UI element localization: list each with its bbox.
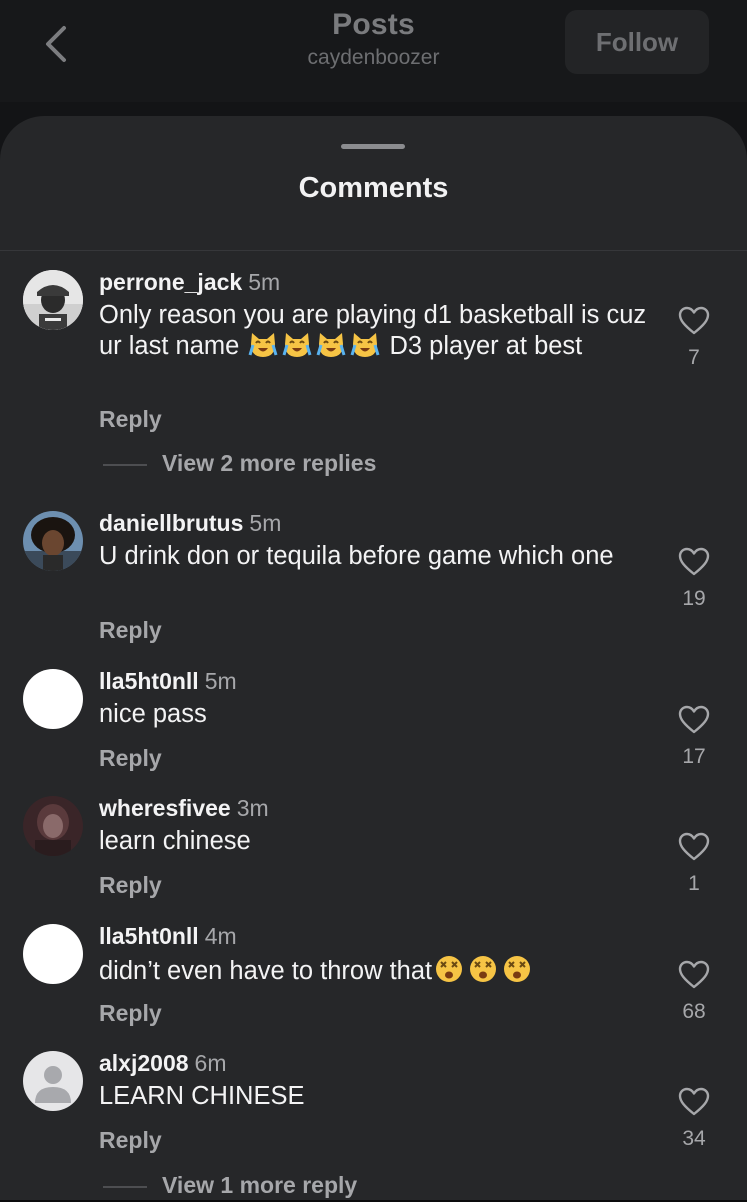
timestamp: 4m	[204, 923, 237, 949]
timestamp: 5m	[248, 269, 281, 295]
divider	[103, 464, 147, 466]
crying-cat-icon	[282, 332, 312, 357]
username[interactable]: alxj2008	[99, 1050, 189, 1076]
like-button[interactable]: 68	[666, 960, 722, 1024]
sheet-grabber[interactable]	[341, 144, 405, 149]
like-button[interactable]: 17	[666, 705, 722, 769]
comment-item: perrone_jack 5m Only reason you are playi…	[0, 268, 747, 476]
heart-icon	[678, 306, 710, 335]
avatar[interactable]	[23, 669, 83, 729]
reply-button[interactable]: Reply	[99, 872, 162, 899]
heart-icon	[678, 705, 710, 734]
reply-button[interactable]: Reply	[99, 617, 162, 644]
heart-icon	[678, 547, 710, 576]
like-button[interactable]: 1	[666, 832, 722, 896]
avatar-photo	[23, 796, 83, 856]
dizzy-face-icon	[504, 956, 531, 982]
heart-icon	[678, 960, 710, 989]
sheet-title: Comments	[298, 172, 449, 204]
comment-text: U drink don or tequila before game which…	[99, 542, 614, 570]
comment-text: learn chinese	[99, 827, 251, 855]
comment-item: alxj2008 6m LEARN CHINESE Reply View 1 mo…	[0, 1049, 747, 1199]
like-button[interactable]: 7	[666, 306, 722, 370]
comment-item: wheresfivee 3m learn chinese Reply	[0, 794, 747, 904]
crying-cat-icon	[350, 332, 380, 357]
avatar-photo	[23, 270, 83, 330]
dizzy-face-emoji-group	[432, 956, 534, 985]
crying-cat-icon	[248, 332, 278, 357]
top-bar: Posts caydenboozer Follow	[0, 0, 747, 102]
avatar[interactable]	[23, 270, 83, 330]
timestamp: 6m	[194, 1050, 227, 1076]
username[interactable]: perrone_jack	[99, 269, 242, 295]
crying-cat-emoji-group	[246, 332, 389, 360]
comment-text: LEARN CHINESE	[99, 1082, 305, 1110]
dizzy-face-icon	[470, 956, 497, 982]
like-count: 17	[682, 745, 706, 768]
divider	[103, 1186, 147, 1188]
comment-item: lla5ht0nll 4m didn’t even have to throw t…	[0, 922, 747, 1032]
like-count: 7	[688, 346, 700, 369]
avatar[interactable]	[23, 1051, 83, 1111]
comment-meta: wheresfivee 3m	[99, 794, 269, 822]
heart-icon	[678, 832, 710, 861]
reply-button[interactable]: Reply	[99, 745, 162, 772]
comment-text: nice pass	[99, 700, 207, 728]
like-count: 19	[682, 587, 706, 610]
comment-meta: daniellbrutus 5m	[99, 509, 281, 537]
view-more-replies-label: View 2 more replies	[162, 450, 377, 476]
view-more-replies-label: View 1 more reply	[162, 1172, 358, 1198]
like-count: 68	[682, 1000, 706, 1023]
comment-text: didn’t even have to throw that	[99, 954, 647, 987]
like-count: 34	[682, 1127, 706, 1150]
timestamp: 5m	[204, 668, 237, 694]
reply-button[interactable]: Reply	[99, 1127, 162, 1154]
comment-text-main: didn’t even have to throw that	[99, 957, 433, 985]
reply-button[interactable]: Reply	[99, 1000, 162, 1027]
comment-meta: perrone_jack 5m	[99, 268, 280, 296]
avatar[interactable]	[23, 924, 83, 984]
timestamp: 3m	[236, 795, 269, 821]
divider	[0, 250, 747, 251]
crying-cat-icon	[316, 332, 346, 357]
heart-icon	[678, 1087, 710, 1116]
comments-sheet: Comments perrone_jack 5m Only reason you …	[0, 116, 747, 1200]
comment-meta: lla5ht0nll 5m	[99, 667, 237, 695]
comment-meta: lla5ht0nll 4m	[99, 922, 237, 950]
username[interactable]: daniellbrutus	[99, 510, 243, 536]
comment-item: lla5ht0nll 5m nice pass Reply	[0, 667, 747, 777]
avatar[interactable]	[23, 796, 83, 856]
comment-item: daniellbrutus 5m U drink don or tequila b…	[0, 509, 747, 649]
avatar[interactable]	[23, 511, 83, 571]
timestamp: 5m	[249, 510, 282, 536]
username[interactable]: lla5ht0nll	[99, 668, 199, 694]
dizzy-face-icon	[436, 956, 463, 982]
follow-button[interactable]: Follow	[565, 10, 709, 74]
comment-text-part2: D3 player at best	[389, 331, 583, 360]
like-count: 1	[688, 872, 700, 895]
avatar-photo	[23, 511, 83, 571]
username[interactable]: lla5ht0nll	[99, 923, 199, 949]
like-button[interactable]: 34	[666, 1087, 722, 1151]
username[interactable]: wheresfivee	[99, 795, 231, 821]
reply-button[interactable]: Reply	[99, 406, 162, 433]
like-button[interactable]: 19	[666, 547, 722, 611]
comment-meta: alxj2008 6m	[99, 1049, 226, 1077]
default-avatar-icon	[23, 1051, 83, 1111]
comment-text: Only reason you are playing d1 basketbal…	[99, 300, 647, 361]
